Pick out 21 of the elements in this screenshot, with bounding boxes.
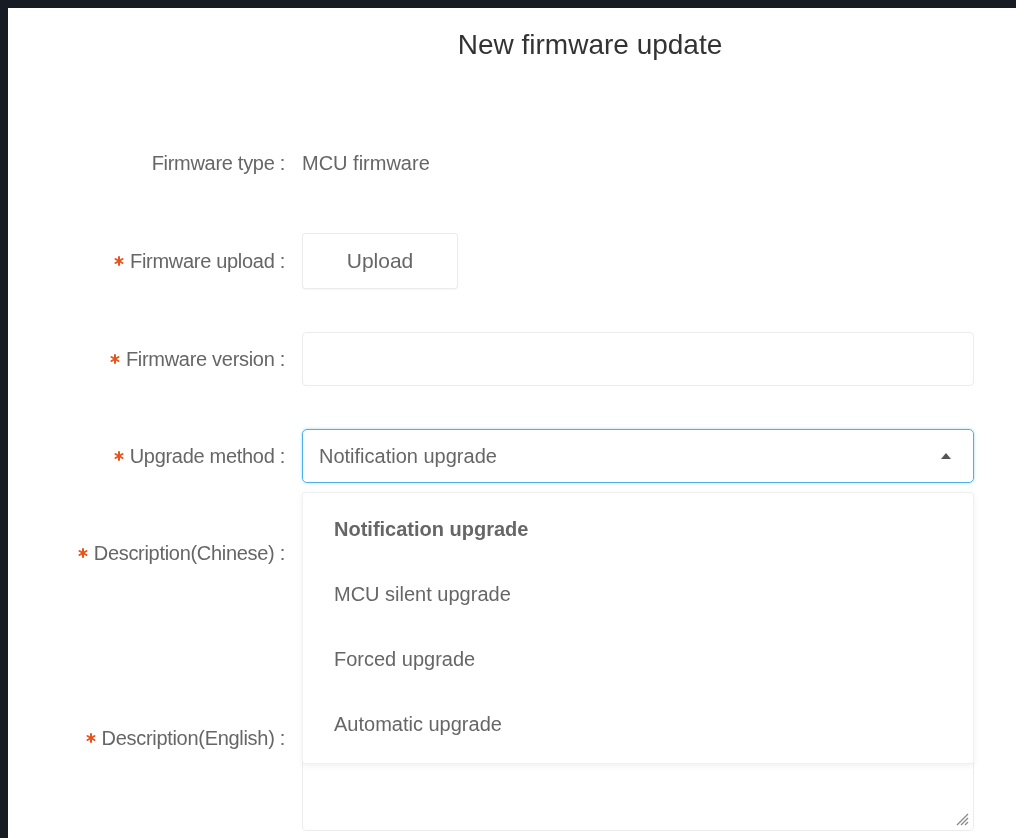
dropdown-option[interactable]: Automatic upgrade <box>303 692 973 757</box>
field-label: Description(Chinese) : <box>93 541 285 565</box>
field-label: Firmware upload : <box>130 249 285 273</box>
field-label: Firmware version : <box>125 347 285 371</box>
field-value: MCU firmware <box>302 152 430 174</box>
caret-icon <box>941 453 951 459</box>
dropdown-option[interactable]: Forced upgrade <box>303 627 973 692</box>
dropdown-option[interactable]: Notification upgrade <box>303 497 973 562</box>
field-label: Firmware type : <box>151 151 285 175</box>
asterisk-icon <box>113 451 124 461</box>
asterisk-icon <box>77 548 88 558</box>
asterisk-icon <box>114 256 125 266</box>
asterisk-icon <box>85 733 96 743</box>
dialog-title: New firmware update <box>457 28 723 62</box>
dropdown-option[interactable]: MCU silent upgrade <box>303 562 973 627</box>
upload-button[interactable]: Upload <box>302 233 458 289</box>
select-field[interactable]: Notification upgrade <box>302 429 974 483</box>
resize-grip-icon <box>955 812 969 826</box>
field-label: Upgrade method : <box>129 444 285 468</box>
asterisk-icon <box>109 354 120 364</box>
field-label: Description(English) : <box>101 726 285 750</box>
